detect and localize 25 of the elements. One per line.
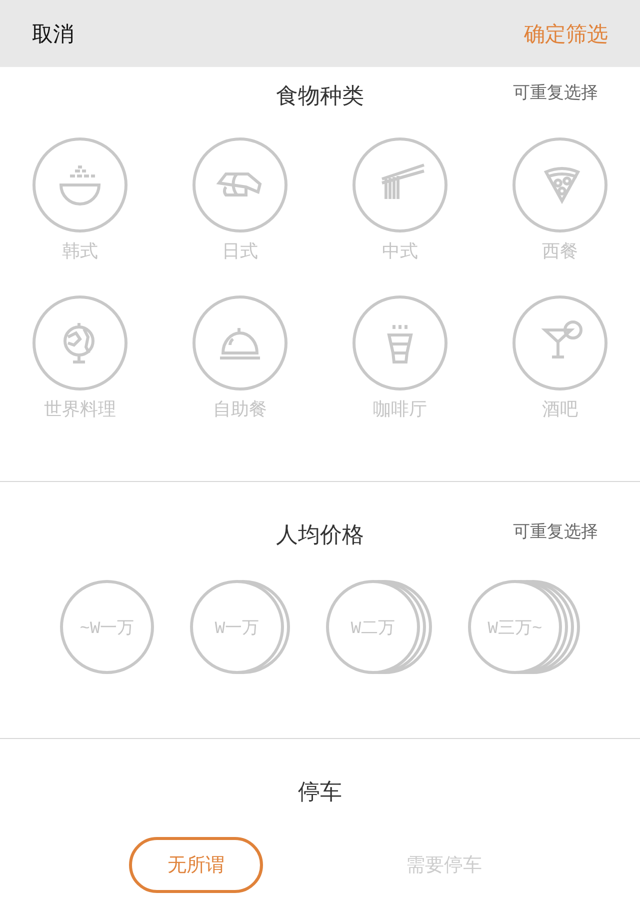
parking-option[interactable]: 无所谓	[129, 837, 263, 893]
food-type-option[interactable]: 自助餐	[192, 295, 288, 421]
pizza-slice-icon	[512, 137, 608, 233]
section-title: 食物种类	[276, 83, 364, 111]
cancel-button[interactable]: 取消	[32, 20, 74, 48]
noodles-chopsticks-icon	[352, 137, 448, 233]
sushi-icon	[192, 137, 288, 233]
food-cloche-icon	[192, 295, 288, 391]
food-type-option[interactable]: 世界料理	[32, 295, 128, 421]
food-type-option[interactable]: 咖啡厅	[352, 295, 448, 421]
section-title: 停车	[298, 779, 342, 807]
food-type-option[interactable]: 中式	[352, 137, 448, 263]
stacked-cups-icon	[352, 295, 448, 391]
confirm-filter-button[interactable]: 确定筛选	[524, 20, 608, 48]
globe-icon	[32, 295, 128, 391]
hint-text: 可重复选择	[513, 521, 598, 543]
food-type-option[interactable]: 日式	[192, 137, 288, 263]
section-title: 人均价格	[276, 522, 364, 550]
food-type-option[interactable]: 韩式	[32, 137, 128, 263]
food-type-option[interactable]: 酒吧	[512, 295, 608, 421]
food-type-option[interactable]: 西餐	[512, 137, 608, 263]
price-option[interactable]: ~W一万	[60, 580, 154, 674]
rice-bowl-icon	[32, 137, 128, 233]
hint-text: 可重复选择	[513, 82, 598, 104]
cocktail-glass-icon	[512, 295, 608, 391]
